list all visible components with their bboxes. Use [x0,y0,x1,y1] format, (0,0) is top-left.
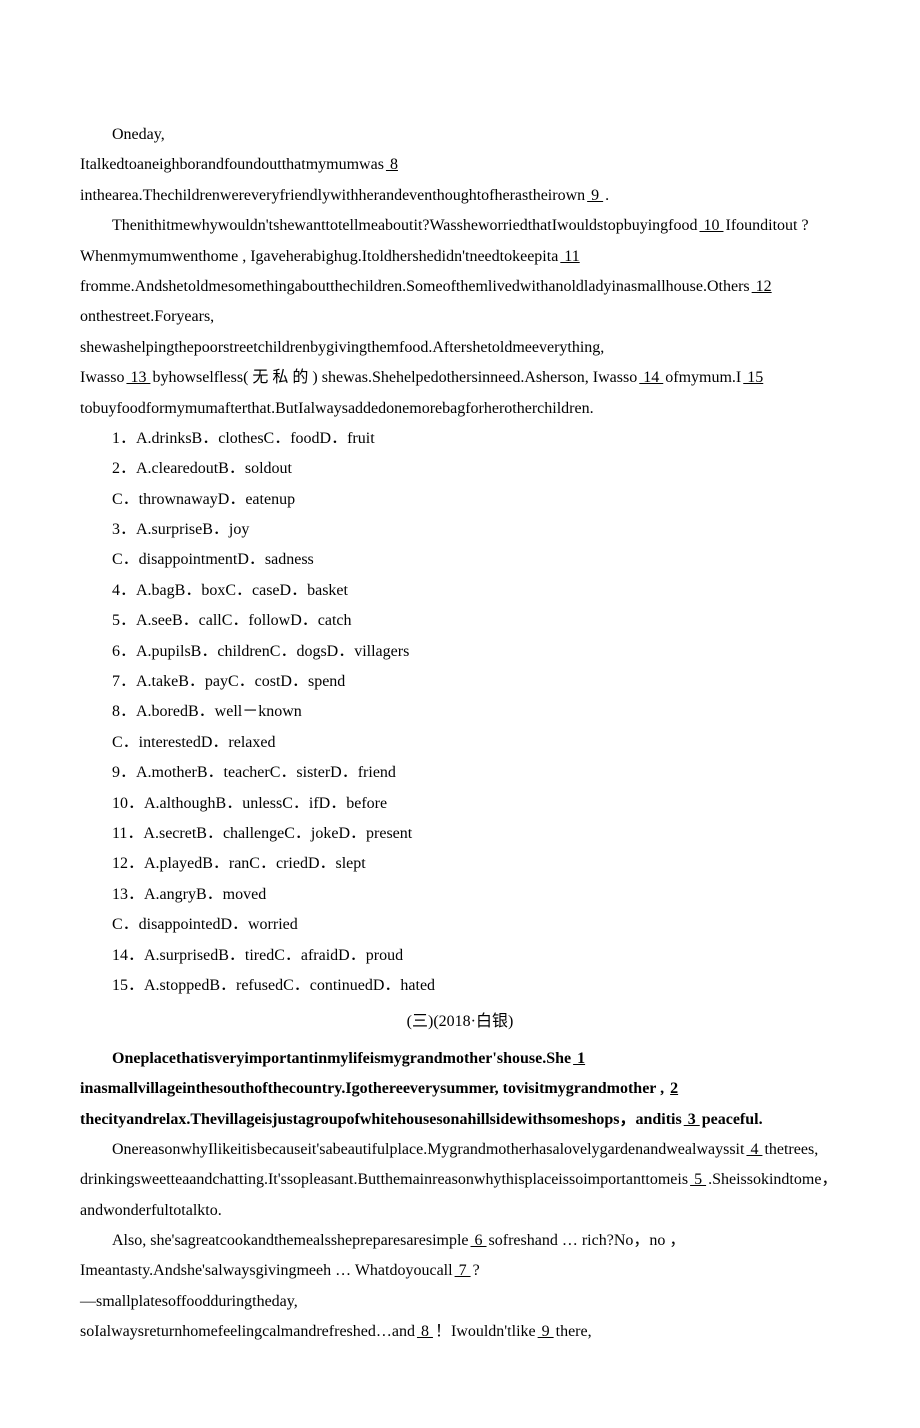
story1-line5: Iwasso 13 byhowselfless( 无 私 的 ) shewas.… [80,363,840,424]
choice-line: C．thrownawayD．eatenup [80,485,840,515]
story2-p2: OnereasonwhyIlikeitisbecauseit'sabeautif… [80,1135,840,1165]
choice-line: 14．A.surprisedB．tiredC．afraidD．proud [80,941,840,971]
text: ！Iwouldn'tlike [435,1323,536,1340]
story2-p1: Oneplacethatisveryimportantinmylifeismyg… [80,1044,840,1135]
choice-line: 5．A.seeB．callC．followD．catch [80,606,840,636]
text: onthestreet.Foryears, [80,308,214,325]
blank2-8[interactable]: 8 [415,1323,435,1340]
blank2-6[interactable]: 6 [469,1232,489,1249]
choice-line: 4．A.bagB．boxC．caseD．basket [80,576,840,606]
blank-13[interactable]: 13 [124,369,152,386]
choice-line: 8．A.boredB．well－known [80,697,840,727]
blank-12[interactable]: 12 [750,278,774,295]
section-title: (三)(2018·白银) [80,1007,840,1037]
blank2-9[interactable]: 9 [536,1323,556,1340]
choice-line: 12．A.playedB．ranC．criedD．slept [80,849,840,879]
text: ? [473,1262,480,1279]
text: tobuyfoodformymumafterthat.ButIalwaysadd… [80,400,594,417]
story2-p3: drinkingsweetteaandchatting.It'ssopleasa… [80,1165,840,1226]
choice-line: 2．A.clearedoutB．soldout [80,454,840,484]
text: thetrees, [764,1141,818,1158]
blank-9[interactable]: 9 [585,187,605,204]
story1-line4: shewashelpingthepoorstreetchildrenbygivi… [80,333,840,363]
blank2-7[interactable]: 7 [453,1262,473,1279]
text: Oneplacethatisveryimportantinmylifeismyg… [112,1050,571,1067]
blank2-2[interactable]: 2 [668,1080,680,1097]
choice-line: C．disappointedD．worried [80,910,840,940]
blank2-4[interactable]: 4 [744,1141,764,1158]
text: drinkingsweetteaandchatting.It'ssopleasa… [80,1171,688,1188]
text: Italkedtoaneighborandfoundoutthatmymumwa… [80,156,384,173]
questions1-block: 1．A.drinksB．clothesC．foodD．fruit2．A.clea… [80,424,840,1001]
text: peaceful. [702,1111,763,1128]
text: fromme.Andshetoldmesomethingaboutthechil… [80,278,750,295]
choice-line: 6．A.pupilsB．childrenC．dogsD．villagers [80,637,840,667]
blank2-3[interactable]: 3 [682,1111,702,1128]
blank-15[interactable]: 15 [741,369,765,386]
text: inthearea.Thechildrenwereveryfriendlywit… [80,187,585,204]
choice-line: 13．A.angryB．moved [80,880,840,910]
story2-p6: soIalwaysreturnhomefeelingcalmandrefresh… [80,1317,840,1347]
text: there, [556,1323,592,1340]
choice-line: 11．A.secretB．challengeC．jokeD．present [80,819,840,849]
choice-line: 1．A.drinksB．clothesC．foodD．fruit [80,424,840,454]
text: . [605,187,609,204]
story1-line3: Thenithitmewhywouldn'tshewanttotellmeabo… [80,211,840,333]
choice-line: 10．A.althoughB．unlessC．ifD．before [80,789,840,819]
text: Iwasso [80,369,124,386]
text: ofmymum.I [665,369,741,386]
choice-line: C．interestedD．relaxed [80,728,840,758]
blank-8[interactable]: 8 [384,156,400,173]
choice-line: 15．A.stoppedB．refusedC．continuedD．hated [80,971,840,1001]
choice-line: C．disappointmentD．sadness [80,545,840,575]
text: byhowselfless( 无 私 的 ) shewas.Shehelpedo… [152,369,637,386]
blank2-5[interactable]: 5 [688,1171,708,1188]
story2-p4: Also, she'sagreatcookandthemealssheprepa… [80,1226,840,1287]
blank-14[interactable]: 14 [637,369,665,386]
text: inasmallvillageinthesouthofthecountry.Ig… [80,1080,664,1097]
blank-11[interactable]: 11 [558,248,581,265]
text: soIalwaysreturnhomefeelingcalmandrefresh… [80,1323,415,1340]
text: Thenithitmewhywouldn'tshewanttotellmeabo… [112,217,697,234]
story1-line2: Italkedtoaneighborandfoundoutthatmymumwa… [80,150,840,211]
story2-p5: —smallplatesoffoodduringtheday, [80,1287,840,1317]
blank2-1[interactable]: 1 [571,1050,587,1067]
blank-10[interactable]: 10 [697,217,725,234]
text: Also, she'sagreatcookandthemealssheprepa… [112,1232,469,1249]
choice-line: 7．A.takeB．payC．costD．spend [80,667,840,697]
story1-line1: Oneday, [80,120,840,150]
text: thecityandrelax.Thevillageisjustagroupof… [80,1111,682,1128]
text: OnereasonwhyIlikeitisbecauseit'sabeautif… [112,1141,744,1158]
choice-line: 3．A.surpriseB．joy [80,515,840,545]
choice-line: 9．A.motherB．teacherC．sisterD．friend [80,758,840,788]
